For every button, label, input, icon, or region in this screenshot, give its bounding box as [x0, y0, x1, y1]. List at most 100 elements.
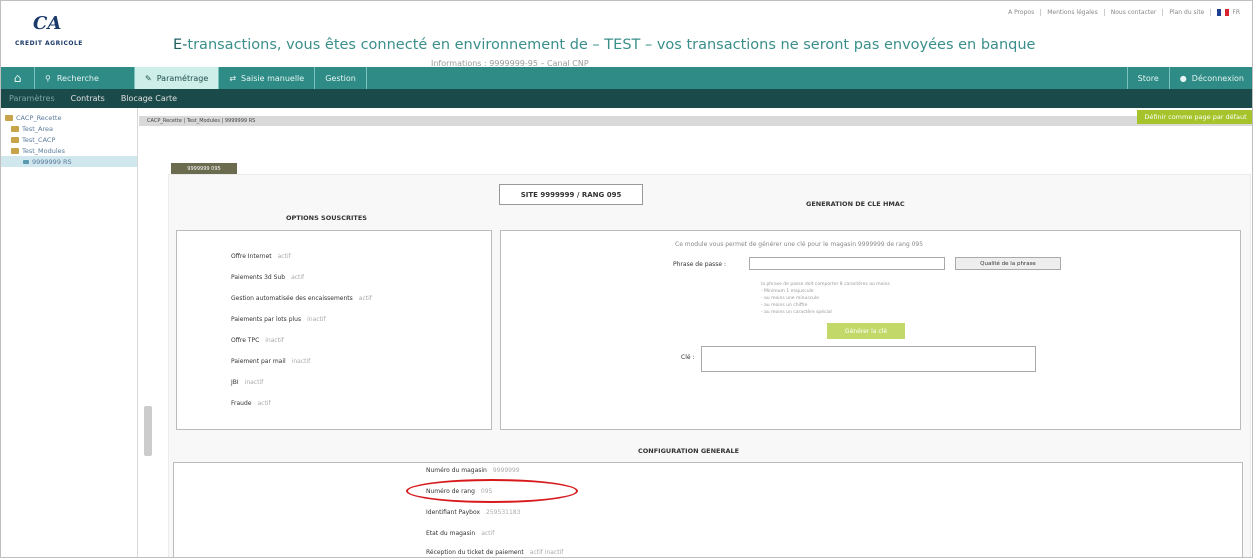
- tree-node-cacp[interactable]: Test_CACP: [1, 134, 137, 145]
- home-button[interactable]: ⌂: [1, 67, 35, 89]
- set-default-page-button[interactable]: Définir comme page par défaut: [1137, 110, 1252, 124]
- config-label: Réception du ticket de paiement: [426, 549, 524, 556]
- logo-text: CREDIT AGRICOLE: [15, 40, 83, 47]
- link-about[interactable]: A Propos: [1002, 9, 1040, 16]
- header: CA CREDIT AGRICOLE E-transactions, vous …: [1, 1, 1252, 67]
- generate-key-button[interactable]: Générer la clé: [827, 323, 905, 339]
- logo-mark: CA: [33, 13, 62, 34]
- option-label: Paiements par lots plus: [231, 316, 302, 323]
- logo[interactable]: CA CREDIT AGRICOLE: [15, 13, 105, 53]
- subnav-blocage-carte[interactable]: Blocage Carte: [113, 94, 185, 103]
- main-nav: ⌂ ⚲ Recherche ✎ Paramétrage ⇄ Saisie manuel…: [1, 67, 1252, 89]
- search-icon: ⚲: [45, 73, 51, 83]
- passphrase-label: Phrase de passe :: [673, 261, 727, 268]
- nav-store[interactable]: Store: [1126, 67, 1169, 89]
- environment-banner: E-transactions, vous êtes connecté en en…: [173, 37, 1035, 53]
- nav-saisie-label: Saisie manuelle: [241, 73, 305, 83]
- nav-gestion-label: Gestion: [325, 73, 356, 83]
- option-value: actif: [277, 253, 291, 260]
- site-icon: [23, 159, 29, 164]
- config-row: Réception du ticket de paiement actif ina…: [426, 549, 563, 556]
- folder-icon: [11, 136, 19, 143]
- passphrase-hint: - Minimum 1 majuscule: [761, 289, 814, 294]
- top-links: A Propos Mentions légales Nous contacter…: [1002, 9, 1246, 16]
- sidebar-collapse-handle[interactable]: [144, 406, 152, 456]
- option-value: inactif: [244, 379, 264, 386]
- option-label: Offre TPC: [231, 337, 260, 344]
- folder-icon: [5, 114, 13, 121]
- passphrase-hint: la phrase de passe doit comporter 8 cara…: [761, 282, 890, 287]
- transfer-icon: ⇄: [229, 73, 237, 83]
- tree-node-modules[interactable]: Test_Modules: [1, 145, 137, 156]
- nav-parametrage-label: Paramétrage: [156, 73, 209, 83]
- link-contact[interactable]: Nous contacter: [1103, 9, 1163, 16]
- tree-node-site[interactable]: 9999999 RS: [1, 156, 137, 167]
- option-row: Gestion automatisée des encaissements act…: [231, 295, 372, 302]
- nav-search-label: Recherche: [56, 73, 99, 83]
- tree-label: 9999999 RS: [32, 157, 72, 166]
- passphrase-input[interactable]: [749, 257, 945, 270]
- passphrase-quality-button[interactable]: Qualité de la phrase: [955, 257, 1061, 270]
- tab-site[interactable]: 9999999 095: [171, 163, 237, 174]
- nav-search[interactable]: ⚲ Recherche: [35, 67, 135, 89]
- flag-icon: [1217, 9, 1230, 16]
- home-icon: ⌂: [13, 71, 22, 85]
- key-output-field[interactable]: [701, 346, 1036, 372]
- options-title: OPTIONS SOUSCRITES: [286, 214, 367, 222]
- nav-user[interactable]: ● Déconnexion: [1168, 67, 1252, 89]
- tree-label: Test_CACP: [22, 135, 56, 144]
- tree-node-root[interactable]: CACP_Recette: [1, 112, 137, 123]
- option-value: inactif: [291, 358, 311, 365]
- banner-text: transactions, vous êtes connecté en envi…: [187, 37, 1036, 53]
- tree-label: CACP_Recette: [16, 113, 62, 122]
- nav-gestion[interactable]: Gestion: [315, 67, 367, 89]
- site-rang-box: SITE 9999999 / RANG 095: [499, 184, 643, 205]
- option-value: actif: [257, 400, 271, 407]
- page-frame: CA CREDIT AGRICOLE E-transactions, vous …: [0, 0, 1253, 558]
- link-sitemap[interactable]: Plan du site: [1162, 9, 1210, 16]
- nav-parametrage[interactable]: ✎ Paramétrage: [135, 67, 220, 89]
- config-value: 259531183: [486, 509, 521, 516]
- passphrase-hint: - au moins un caractère spécial: [761, 310, 832, 315]
- option-row: JBI inactif: [231, 379, 263, 386]
- tree-label: Test_Area: [22, 124, 54, 133]
- wrench-icon: ✎: [145, 73, 152, 83]
- subnav-parametres[interactable]: Paramètres: [1, 94, 63, 103]
- config-title: CONFIGURATION GENERALE: [638, 447, 740, 455]
- nav-store-label: Store: [1137, 73, 1159, 83]
- option-label: Gestion automatisée des encaissements: [231, 295, 353, 302]
- sub-nav: Paramètres Contrats Blocage Carte: [1, 89, 1252, 108]
- option-row: Paiements 3d Sub actif: [231, 274, 304, 281]
- subnav-contrats[interactable]: Contrats: [63, 94, 113, 103]
- option-value: inactif: [307, 316, 326, 323]
- option-label: Paiement par mail: [231, 358, 286, 365]
- nav-saisie-manuelle[interactable]: ⇄ Saisie manuelle: [219, 67, 316, 89]
- user-icon: ●: [1179, 73, 1187, 83]
- tree-node-area[interactable]: Test_Area: [1, 123, 137, 134]
- option-row: Paiements par lots plus inactif: [231, 316, 326, 323]
- option-label: Offre Internet: [231, 253, 272, 260]
- link-legal[interactable]: Mentions légales: [1040, 9, 1104, 16]
- option-label: JBI: [231, 379, 239, 386]
- config-label: Numéro du magasin: [426, 467, 487, 474]
- folder-icon: [11, 125, 19, 132]
- nav-user-label: Déconnexion: [1191, 73, 1244, 83]
- passphrase-hint: - au moins un chiffre: [761, 303, 808, 308]
- folder-icon: [11, 147, 19, 154]
- option-row: Offre Internet actif: [231, 253, 291, 260]
- site-tree: CACP_Recette Test_Area Test_CACP Test_Mo…: [1, 108, 138, 557]
- option-row: Fraude actif: [231, 400, 271, 407]
- page-title: Informations : 9999999-95 – Canal CNP: [431, 59, 589, 68]
- config-value: 9999999: [492, 467, 520, 474]
- option-value: actif: [291, 274, 305, 281]
- option-value: inactif: [265, 337, 284, 344]
- option-label: Paiements 3d Sub: [231, 274, 286, 281]
- passphrase-hint: - au moins une minuscule: [761, 296, 820, 301]
- language-selector[interactable]: FR: [1210, 9, 1246, 16]
- highlight-circle: [406, 479, 578, 503]
- config-row: Identifiant Paybox 259531183: [426, 509, 520, 516]
- config-value: actif inactif: [529, 549, 564, 556]
- config-row: Numéro du magasin 9999999: [426, 467, 520, 474]
- hmac-title: GENERATION DE CLE HMAC: [806, 200, 905, 208]
